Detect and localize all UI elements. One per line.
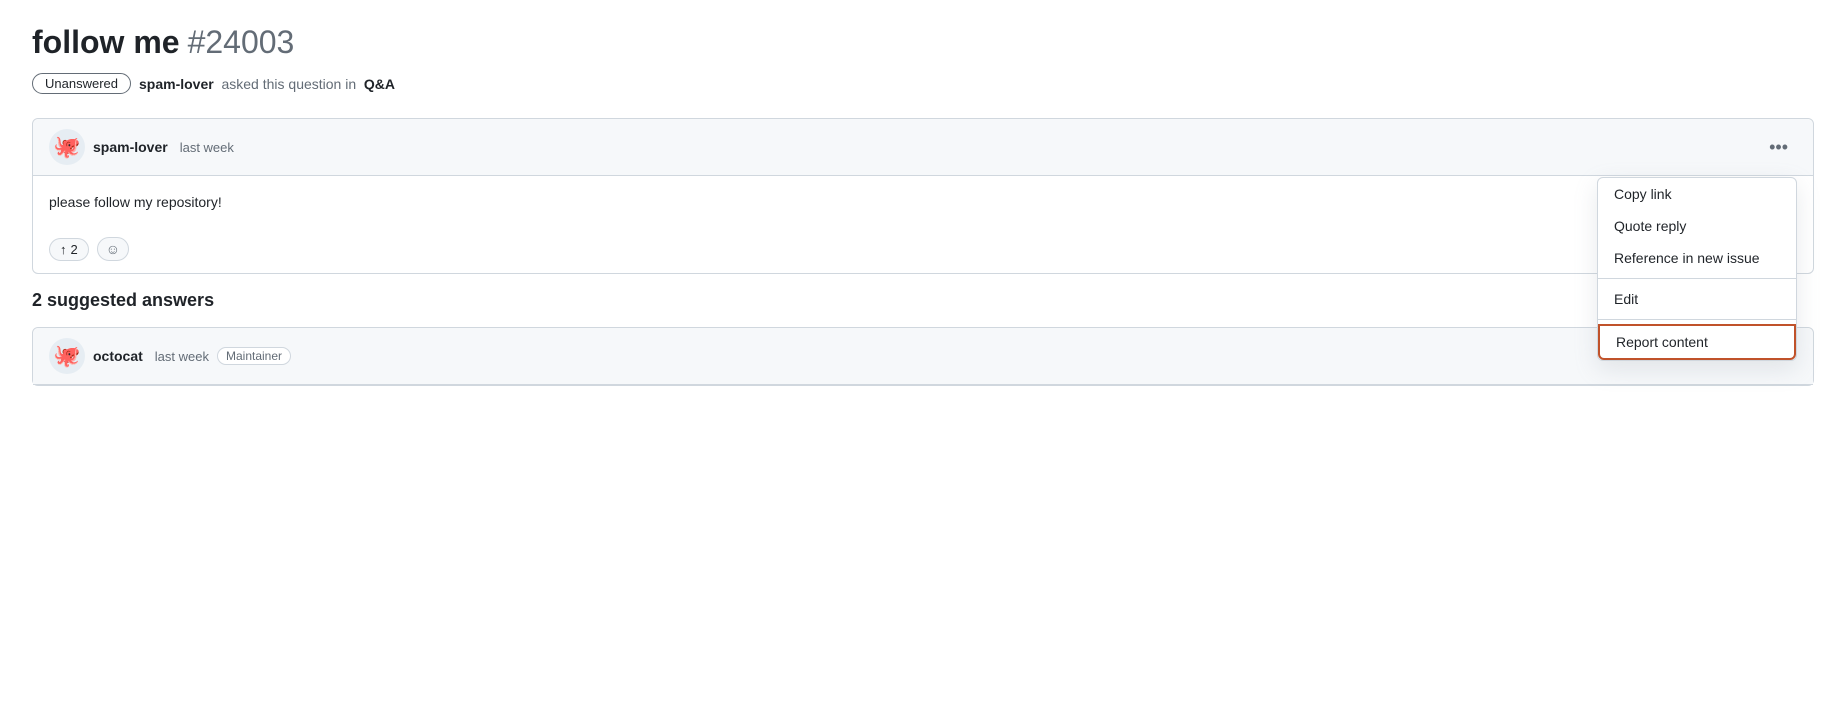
meta-username: spam-lover — [139, 76, 214, 92]
more-icon: ••• — [1769, 138, 1788, 156]
copy-link-item[interactable]: Copy link — [1598, 178, 1796, 210]
answer-author: 🐙 octocat last week Maintainer — [49, 338, 291, 374]
edit-item[interactable]: Edit — [1598, 283, 1796, 315]
maintainer-badge: Maintainer — [217, 347, 291, 365]
upvote-count: 2 — [71, 242, 78, 257]
dropdown-divider-2 — [1598, 319, 1796, 320]
comment-body: please follow my repository! — [33, 176, 1813, 229]
comment-card: 🐙 spam-lover last week ••• Copy link Quo… — [32, 118, 1814, 274]
answer-header: 🐙 octocat last week Maintainer — [33, 328, 1813, 385]
answer-card: 🐙 octocat last week Maintainer — [32, 327, 1814, 386]
author-name: spam-lover — [93, 139, 168, 155]
title-text: follow me — [32, 24, 180, 61]
upvote-icon: ↑ — [60, 242, 67, 257]
answer-avatar: 🐙 — [49, 338, 85, 374]
page-title: follow me #24003 — [32, 24, 1814, 61]
emoji-picker-button[interactable]: ☺ — [97, 237, 129, 261]
more-options-button[interactable]: ••• — [1760, 133, 1797, 161]
meta-row: Unanswered spam-lover asked this questio… — [32, 73, 1814, 94]
meta-description: spam-lover asked this question in Q&A — [139, 76, 395, 92]
answer-author-name: octocat — [93, 348, 143, 364]
issue-number: #24003 — [188, 24, 295, 61]
emoji-icon: ☺ — [106, 241, 120, 257]
dropdown-divider — [1598, 278, 1796, 279]
comment-menu-container: ••• Copy link Quote reply Reference in n… — [1760, 133, 1797, 161]
comment-author: 🐙 spam-lover last week — [49, 129, 234, 165]
dropdown-menu: Copy link Quote reply Reference in new i… — [1597, 177, 1797, 361]
reference-in-new-issue-item[interactable]: Reference in new issue — [1598, 242, 1796, 274]
quote-reply-item[interactable]: Quote reply — [1598, 210, 1796, 242]
suggested-answers-title: 2 suggested answers — [32, 290, 1814, 311]
upvote-button[interactable]: ↑ 2 — [49, 238, 89, 261]
avatar: 🐙 — [49, 129, 85, 165]
report-content-item[interactable]: Report content — [1598, 324, 1796, 360]
meta-category: Q&A — [364, 76, 395, 92]
comment-footer: ↑ 2 ☺ — [33, 229, 1813, 273]
author-time: last week — [180, 140, 234, 155]
answer-author-time: last week — [155, 349, 209, 364]
unanswered-badge: Unanswered — [32, 73, 131, 94]
comment-header: 🐙 spam-lover last week ••• Copy link Quo… — [33, 119, 1813, 176]
